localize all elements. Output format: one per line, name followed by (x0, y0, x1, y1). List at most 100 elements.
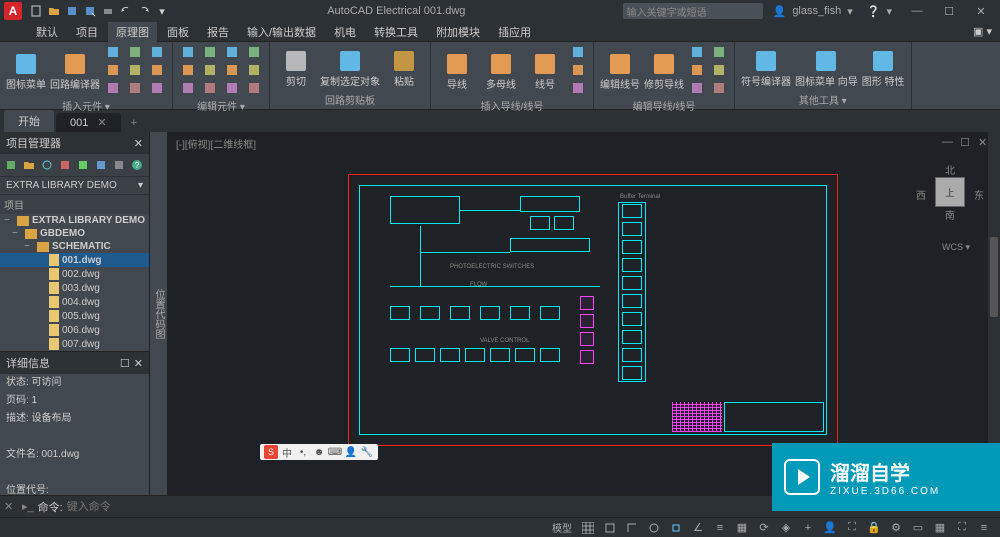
tree-item-0[interactable]: −EXTRA LIBRARY DEMO (0, 214, 149, 227)
ribbon-btn-5-0[interactable]: 符号编译器 (741, 47, 791, 88)
menu-5[interactable]: 输入/输出数据 (239, 22, 324, 42)
ribbon-btn-0-1[interactable]: 回路编译器 (50, 50, 100, 91)
ribbon-btn-4-0[interactable]: 编辑线号 (600, 50, 640, 91)
qat-dropdown-icon[interactable]: ▾ (154, 3, 170, 19)
menu-2[interactable]: 原理图 (108, 22, 157, 42)
ribbon-small-1-2[interactable] (179, 80, 197, 96)
sb-osnap-icon[interactable] (666, 520, 686, 536)
vc-minimize-icon[interactable]: — (942, 136, 956, 150)
ribbon-small-0-3[interactable] (126, 44, 144, 60)
ribbon-btn-3-2[interactable]: 线号 (525, 50, 565, 91)
details-restore-icon[interactable]: ☐ (120, 358, 130, 370)
ribbon-small-3-2[interactable] (569, 80, 587, 96)
sb-dyn-icon[interactable]: + (798, 520, 818, 536)
sb-cycling-icon[interactable]: ⟳ (754, 520, 774, 536)
ime-tool-icon[interactable]: 🔧 (360, 445, 374, 459)
pt-refresh-icon[interactable] (39, 157, 55, 173)
ribbon-small-1-7[interactable] (223, 62, 241, 78)
maximize-button[interactable]: ☐ (934, 2, 964, 20)
ribbon-minimize-icon[interactable]: ▣ ▾ (965, 23, 1000, 40)
sb-snap-icon[interactable] (600, 520, 620, 536)
sb-custom-icon[interactable]: ≡ (974, 520, 994, 536)
menu-0[interactable]: 默认 (28, 22, 66, 42)
tree-expand-icon[interactable]: − (24, 241, 34, 252)
details-close-icon[interactable]: ✕ (134, 358, 143, 370)
pt-open-icon[interactable] (21, 157, 37, 173)
ribbon-small-1-4[interactable] (201, 62, 219, 78)
ribbon-btn-2-2[interactable]: 粘贴 (384, 47, 424, 88)
sb-otrack-icon[interactable]: ∠ (688, 520, 708, 536)
ribbon-small-1-8[interactable] (223, 80, 241, 96)
sb-units-icon[interactable]: ▦ (930, 520, 950, 536)
ribbon-small-0-6[interactable] (148, 44, 166, 60)
sb-ann-icon[interactable]: ⛶ (842, 520, 862, 536)
ime-user-icon[interactable]: 👤 (344, 445, 358, 459)
user-area[interactable]: 👤 glass_fish ▾ ❔ ▾ (773, 5, 892, 18)
ime-keyboard-icon[interactable]: ⌨ (328, 445, 342, 459)
vertical-scrollbar[interactable] (988, 132, 1000, 483)
tree-item-8[interactable]: 006.dwg (0, 323, 149, 337)
ribbon-small-0-4[interactable] (126, 62, 144, 78)
cmd-close-icon[interactable]: ✕ (4, 500, 18, 514)
ribbon-small-4-5[interactable] (710, 80, 728, 96)
ribbon-small-1-9[interactable] (245, 44, 263, 60)
ribbon-small-4-1[interactable] (688, 62, 706, 78)
qat-save-icon[interactable] (64, 3, 80, 19)
ribbon-btn-3-1[interactable]: 多母线 (481, 50, 521, 91)
ribbon-small-4-0[interactable] (688, 44, 706, 60)
qat-new-icon[interactable] (28, 3, 44, 19)
menu-4[interactable]: 报告 (199, 22, 237, 42)
ribbon-small-3-0[interactable] (569, 44, 587, 60)
sb-qp-icon[interactable]: 👤 (820, 520, 840, 536)
ribbon-btn-4-1[interactable]: 修剪导线 (644, 50, 684, 91)
search-input[interactable]: 输入关键字或短语 (623, 3, 763, 19)
menu-8[interactable]: 附加模块 (428, 22, 488, 42)
ribbon-small-1-3[interactable] (201, 44, 219, 60)
sb-workspace-icon[interactable]: ⚙ (886, 520, 906, 536)
qat-undo-icon[interactable] (118, 3, 134, 19)
ribbon-btn-0-0[interactable]: 图标菜单 (6, 50, 46, 91)
sb-clean-icon[interactable]: ⛶ (952, 520, 972, 536)
cube-top-face[interactable]: 上 (935, 177, 965, 207)
pt-help-icon[interactable]: ? (129, 157, 145, 173)
pt-btn7-icon[interactable] (111, 157, 127, 173)
sb-scale-icon[interactable]: 🔒 (864, 520, 884, 536)
minimize-button[interactable]: — (902, 2, 932, 20)
tree-item-1[interactable]: −GBDEMO (0, 227, 149, 240)
tab-start[interactable]: 开始 (4, 110, 54, 132)
ribbon-small-0-7[interactable] (148, 62, 166, 78)
ribbon-btn-5-1[interactable]: 图标菜单 向导 (795, 47, 858, 88)
ribbon-small-4-3[interactable] (710, 44, 728, 60)
pt-btn5-icon[interactable] (75, 157, 91, 173)
menu-7[interactable]: 转换工具 (366, 22, 426, 42)
help-icon[interactable]: ❔ (867, 5, 881, 18)
tab-001[interactable]: 001 ✕ (56, 113, 121, 132)
view-label[interactable]: [-][俯视][二维线框] (176, 136, 256, 151)
tree-expand-icon[interactable]: − (4, 215, 14, 226)
ribbon-small-0-5[interactable] (126, 80, 144, 96)
menu-6[interactable]: 机电 (326, 22, 364, 42)
sb-ortho-icon[interactable] (622, 520, 642, 536)
ribbon-small-0-1[interactable] (104, 62, 122, 78)
sb-3dosnap-icon[interactable]: ◈ (776, 520, 796, 536)
sb-polar-icon[interactable] (644, 520, 664, 536)
menu-1[interactable]: 项目 (68, 22, 106, 42)
tab-close-icon[interactable]: ✕ (97, 117, 106, 129)
sb-annvis-icon[interactable]: ▭ (908, 520, 928, 536)
pt-new-icon[interactable] (3, 157, 19, 173)
layout-model-button[interactable]: 模型 (548, 520, 576, 535)
ribbon-btn-2-1[interactable]: 复制选定对象 (320, 47, 380, 88)
ribbon-small-4-2[interactable] (688, 80, 706, 96)
ribbon-btn-3-0[interactable]: 导线 (437, 50, 477, 91)
qat-print-icon[interactable] (100, 3, 116, 19)
menu-9[interactable]: 插应用 (490, 22, 539, 42)
ribbon-btn-2-0[interactable]: 剪切 (276, 47, 316, 88)
sb-grid-icon[interactable] (578, 520, 598, 536)
qat-open-icon[interactable] (46, 3, 62, 19)
ribbon-btn-5-2[interactable]: 图形 特性 (862, 47, 905, 88)
ribbon-small-3-1[interactable] (569, 62, 587, 78)
pt-btn4-icon[interactable] (57, 157, 73, 173)
tree-item-4[interactable]: 002.dwg (0, 267, 149, 281)
ribbon-small-0-8[interactable] (148, 80, 166, 96)
side-tab-position[interactable]: 位置代码图 (150, 132, 168, 495)
